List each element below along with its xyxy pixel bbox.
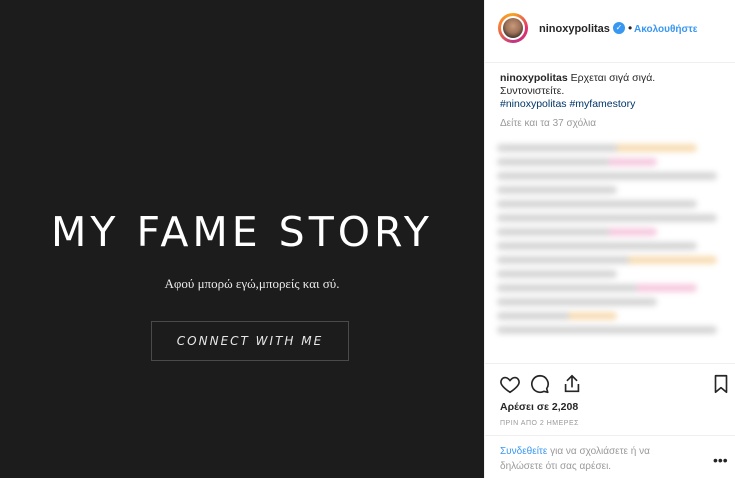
caption-username[interactable]: ninoxypolitas bbox=[500, 72, 568, 84]
post-media: MY FAME STORY Αφού μπορώ εγώ,μπορείς και… bbox=[0, 0, 484, 478]
follow-button[interactable]: Ακολουθήστε bbox=[634, 24, 698, 35]
post-header: ninoxypolitas ✓ • Ακολουθήστε bbox=[485, 0, 735, 63]
instagram-post: MY FAME STORY Αφού μπορώ εγώ,μπορείς και… bbox=[0, 0, 735, 478]
likes-count[interactable]: Αρέσει σε 2,208 bbox=[500, 401, 578, 413]
caption-text-2: Συντονιστείτε. bbox=[500, 85, 565, 97]
verified-icon: ✓ bbox=[613, 22, 625, 34]
post-sidebar: ninoxypolitas ✓ • Ακολουθήστε ninoxypoli… bbox=[484, 0, 735, 478]
post-timestamp: ΠΡΙΝ ΑΠΟ 2 ΗΜΕΡΕΣ bbox=[500, 420, 579, 427]
separator-dot: • bbox=[628, 21, 633, 35]
more-options-icon[interactable]: ••• bbox=[713, 452, 728, 468]
view-all-comments[interactable]: Δείτε και τα 37 σχόλια bbox=[500, 118, 596, 129]
post-caption: ninoxypolitas Ερχεται σιγά σιγά. Συντονι… bbox=[500, 72, 725, 111]
login-prompt: Συνδεθείτε για να σχολιάσετε ή να δηλώσε… bbox=[500, 444, 690, 474]
connect-button[interactable]: CONNECT WITH ME bbox=[151, 321, 349, 361]
avatar[interactable] bbox=[498, 13, 528, 43]
comment-icon[interactable] bbox=[529, 373, 551, 395]
bookmark-icon[interactable] bbox=[710, 373, 732, 395]
caption-hashtags[interactable]: #ninoxypolitas #myfamestory bbox=[500, 98, 635, 110]
login-link[interactable]: Συνδεθείτε bbox=[500, 446, 547, 457]
post-actions bbox=[485, 363, 735, 404]
share-icon[interactable] bbox=[561, 373, 583, 395]
caption-text: Ερχεται σιγά σιγά. bbox=[567, 72, 656, 84]
heart-icon[interactable] bbox=[499, 373, 521, 395]
header-username[interactable]: ninoxypolitas bbox=[539, 23, 610, 35]
blurred-comments bbox=[497, 138, 727, 363]
media-title: MY FAME STORY bbox=[51, 208, 433, 256]
media-subtitle: Αφού μπορώ εγώ,μπορείς και σύ. bbox=[164, 276, 340, 291]
